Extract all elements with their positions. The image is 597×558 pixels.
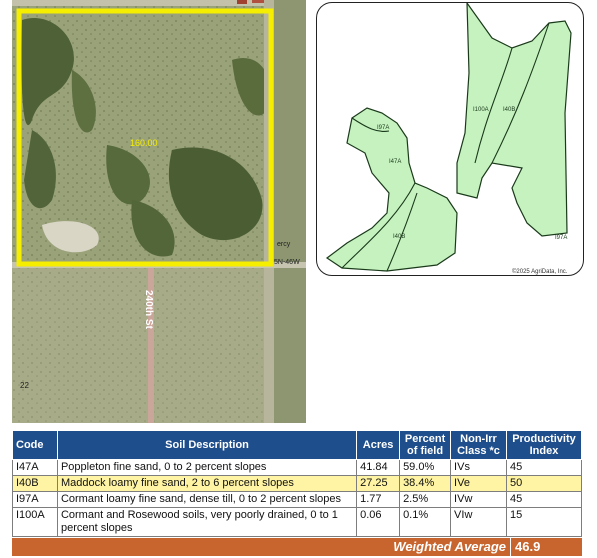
polygon-label-4: I100A [473, 107, 489, 113]
corner-label: 22 [20, 381, 29, 390]
table-row: I40B Maddock loamy fine sand, 2 to 6 per… [12, 475, 583, 492]
header-class: Non-Irr Class *c [450, 430, 507, 460]
table-row: I47A Poppleton fine sand, 0 to 2 percent… [12, 459, 583, 476]
cell-code: I40B [12, 475, 58, 492]
acreage-label: 160.00 [130, 138, 158, 148]
cell-percent: 2.5% [399, 491, 452, 508]
soil-map-copyright: ©2025 AgriData, Inc. [512, 268, 568, 275]
cell-acres: 41.84 [356, 459, 401, 476]
cell-index: 15 [505, 507, 583, 537]
weighted-average-label: Weighted Average [393, 539, 506, 554]
aerial-photo: 160.00 ercy 5N-46W 240th St 22 [12, 0, 306, 423]
soil-table: Code Soil Description Acres Percent of f… [12, 430, 583, 537]
cell-code: I100A [12, 507, 58, 537]
polygon-label-2: I47A [389, 159, 401, 165]
cell-acres: 27.25 [356, 475, 401, 492]
cell-index: 45 [505, 491, 583, 508]
header-description: Soil Description [56, 430, 358, 460]
table-header-row: Code Soil Description Acres Percent of f… [12, 430, 583, 460]
header-index: Productivity Index [505, 430, 583, 460]
cell-code: I97A [12, 491, 58, 508]
edge-label-2: 5N-46W [274, 259, 300, 266]
header-acres: Acres [356, 430, 401, 460]
cell-index: 50 [505, 475, 583, 492]
polygon-label-5: I40B [503, 107, 515, 113]
cell-class: IVe [450, 475, 507, 492]
cell-description: Cormant loamy fine sand, dense till, 0 t… [56, 491, 358, 508]
cell-percent: 59.0% [399, 459, 452, 476]
weighted-average-row: Weighted Average 46.9 [12, 538, 582, 556]
soil-polygon-i40b-north [456, 3, 572, 237]
cell-percent: 0.1% [399, 507, 452, 537]
cell-class: IVs [450, 459, 507, 476]
polygon-label-1: I97A [377, 125, 389, 131]
cell-description: Maddock loamy fine sand, 2 to 6 percent … [56, 475, 358, 492]
header-percent: Percent of field [399, 430, 452, 460]
road-label: 240th St [143, 290, 154, 330]
cell-index: 45 [505, 459, 583, 476]
table-row: I97A Cormant loamy fine sand, dense till… [12, 491, 583, 508]
cell-class: VIw [450, 507, 507, 537]
cell-description: Cormant and Rosewood soils, very poorly … [56, 507, 358, 537]
cell-percent: 38.4% [399, 475, 452, 492]
cell-acres: 1.77 [356, 491, 401, 508]
soil-polygon-i97a-west [325, 107, 458, 272]
soil-map: I97A I47A I40B I100A I40B I97A ©2025 Agr… [316, 2, 584, 276]
cell-acres: 0.06 [356, 507, 401, 537]
weighted-average-value: 46.9 [510, 538, 582, 556]
header-code: Code [12, 430, 58, 460]
cell-class: IVw [450, 491, 507, 508]
edge-label-1: ercy [277, 241, 291, 248]
polygon-label-3: I40B [393, 234, 405, 240]
table-row: I100A Cormant and Rosewood soils, very p… [12, 507, 583, 537]
polygon-label-6: I97A [555, 235, 567, 241]
cell-code: I47A [12, 459, 58, 476]
cell-description: Poppleton fine sand, 0 to 2 percent slop… [56, 459, 358, 476]
